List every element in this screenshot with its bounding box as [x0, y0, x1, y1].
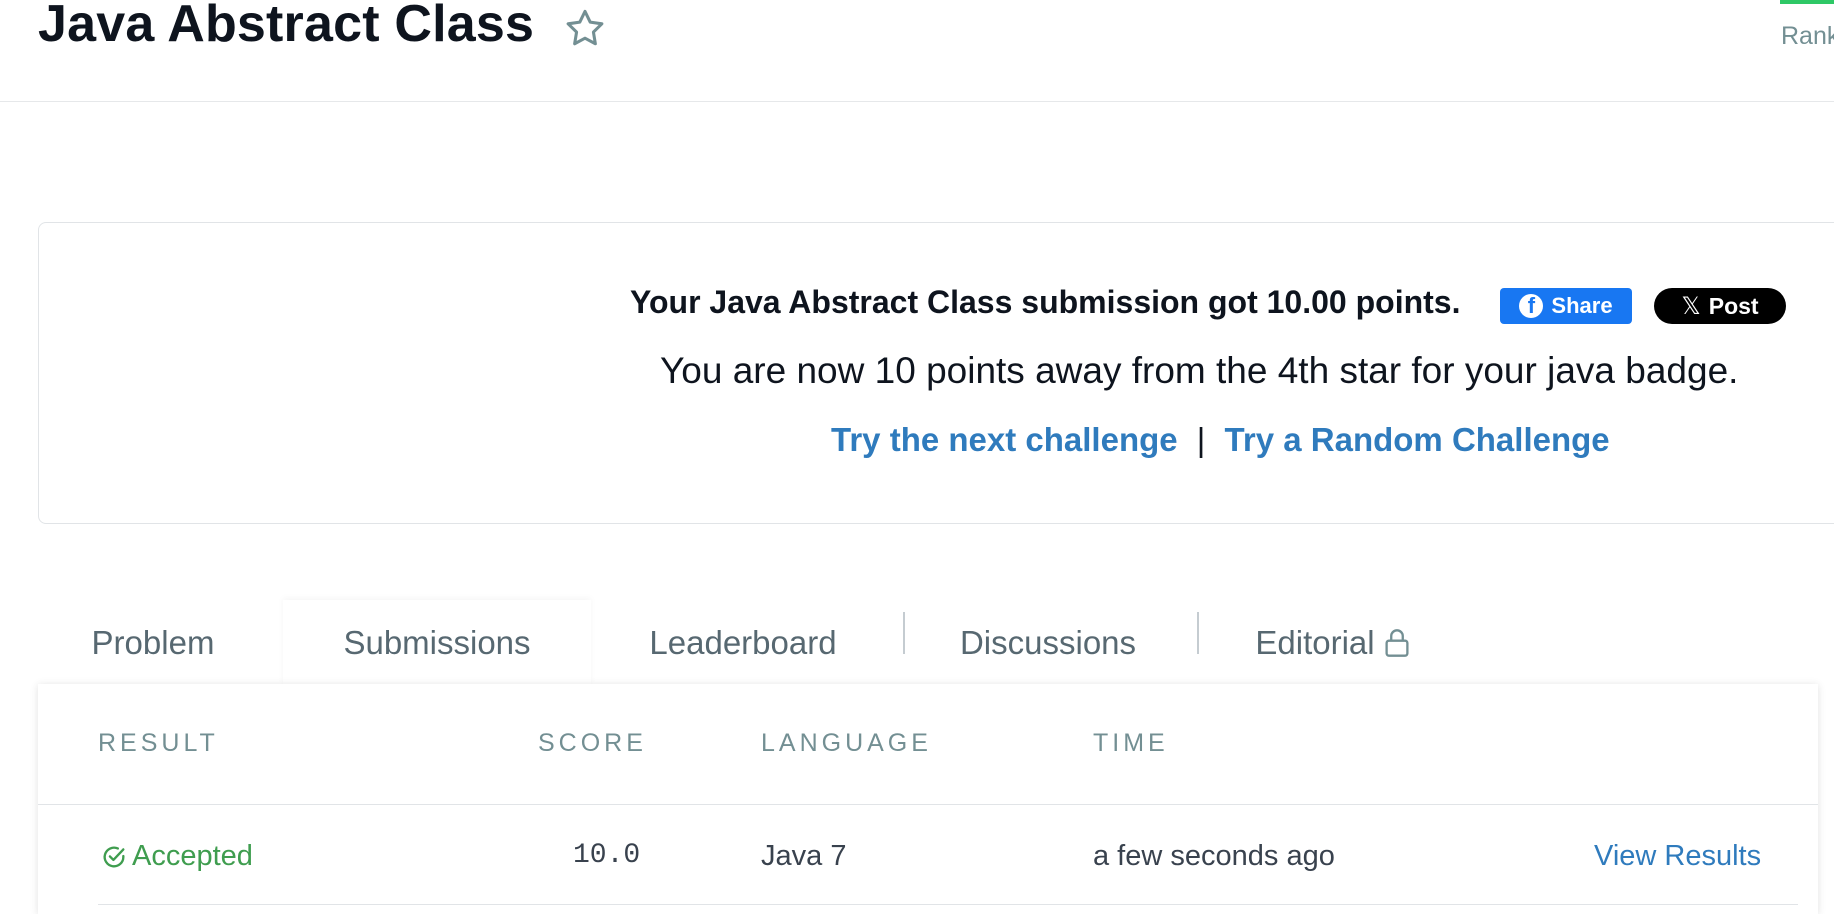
share-label: Share [1551, 293, 1613, 318]
check-circle-icon [103, 846, 125, 867]
result-label: Accepted [132, 840, 253, 872]
next-challenge-link[interactable]: Try the next challenge [831, 421, 1178, 458]
tab-discussions[interactable]: Discussions [953, 600, 1143, 686]
language-value: Java 7 [761, 840, 847, 872]
challenge-links: Try the next challenge | Try a Random Ch… [831, 421, 1610, 459]
tab-discussions-label: Discussions [959, 624, 1137, 661]
tab-submissions-label: Submissions [343, 624, 531, 661]
tab-editorial-label: Editorial [1255, 624, 1375, 661]
column-header-score: SCORE [538, 729, 647, 757]
page-title: Java Abstract Class [38, 0, 535, 53]
score-value: 10.0 [573, 840, 641, 871]
table-row: Accepted 10.0 Java 7 a few seconds ago V… [98, 804, 1798, 905]
column-header-time: TIME [1093, 729, 1169, 757]
status-accepted: Accepted [100, 840, 253, 873]
column-header-result: RESULT [98, 729, 219, 757]
time-value: a few seconds ago [1093, 840, 1335, 872]
tab-problem-label: Problem [91, 624, 215, 661]
tab-submissions[interactable]: Submissions [283, 600, 591, 686]
facebook-share-button[interactable]: f Share [1500, 288, 1632, 324]
submissions-table: RESULT SCORE LANGUAGE TIME Accepted 10.0… [38, 684, 1818, 914]
rank-accent-bar [1780, 0, 1834, 4]
star-outline-icon[interactable] [562, 6, 608, 52]
x-post-button[interactable]: 𝕏 Post [1654, 288, 1786, 324]
tab-divider [903, 612, 905, 654]
link-separator: | [1196, 421, 1206, 458]
column-header-language: LANGUAGE [761, 729, 932, 757]
badge-progress-message: You are now 10 points away from the 4th … [660, 350, 1739, 391]
rank-label: Rank [1781, 22, 1834, 50]
lock-icon [1385, 629, 1409, 657]
tab-divider [1197, 612, 1199, 654]
tab-problem[interactable]: Problem [68, 600, 238, 686]
points-message: Your Java Abstract Class submission got … [630, 284, 1461, 320]
post-label: Post [1708, 292, 1759, 319]
tab-editorial[interactable]: Editorial [1248, 600, 1418, 686]
view-results-link[interactable]: View Results [1594, 840, 1761, 873]
tab-leaderboard-label: Leaderboard [649, 624, 837, 661]
tab-leaderboard[interactable]: Leaderboard [638, 600, 848, 686]
challenge-header: Java Abstract Class Rank [0, 0, 1834, 102]
facebook-icon: f [1519, 294, 1544, 318]
random-challenge-link[interactable]: Try a Random Challenge [1225, 421, 1610, 458]
x-logo-icon: 𝕏 [1681, 292, 1701, 320]
challenge-tabs: Problem Submissions Leaderboard Discussi… [38, 600, 1834, 686]
table-header: RESULT SCORE LANGUAGE TIME [38, 684, 1818, 805]
